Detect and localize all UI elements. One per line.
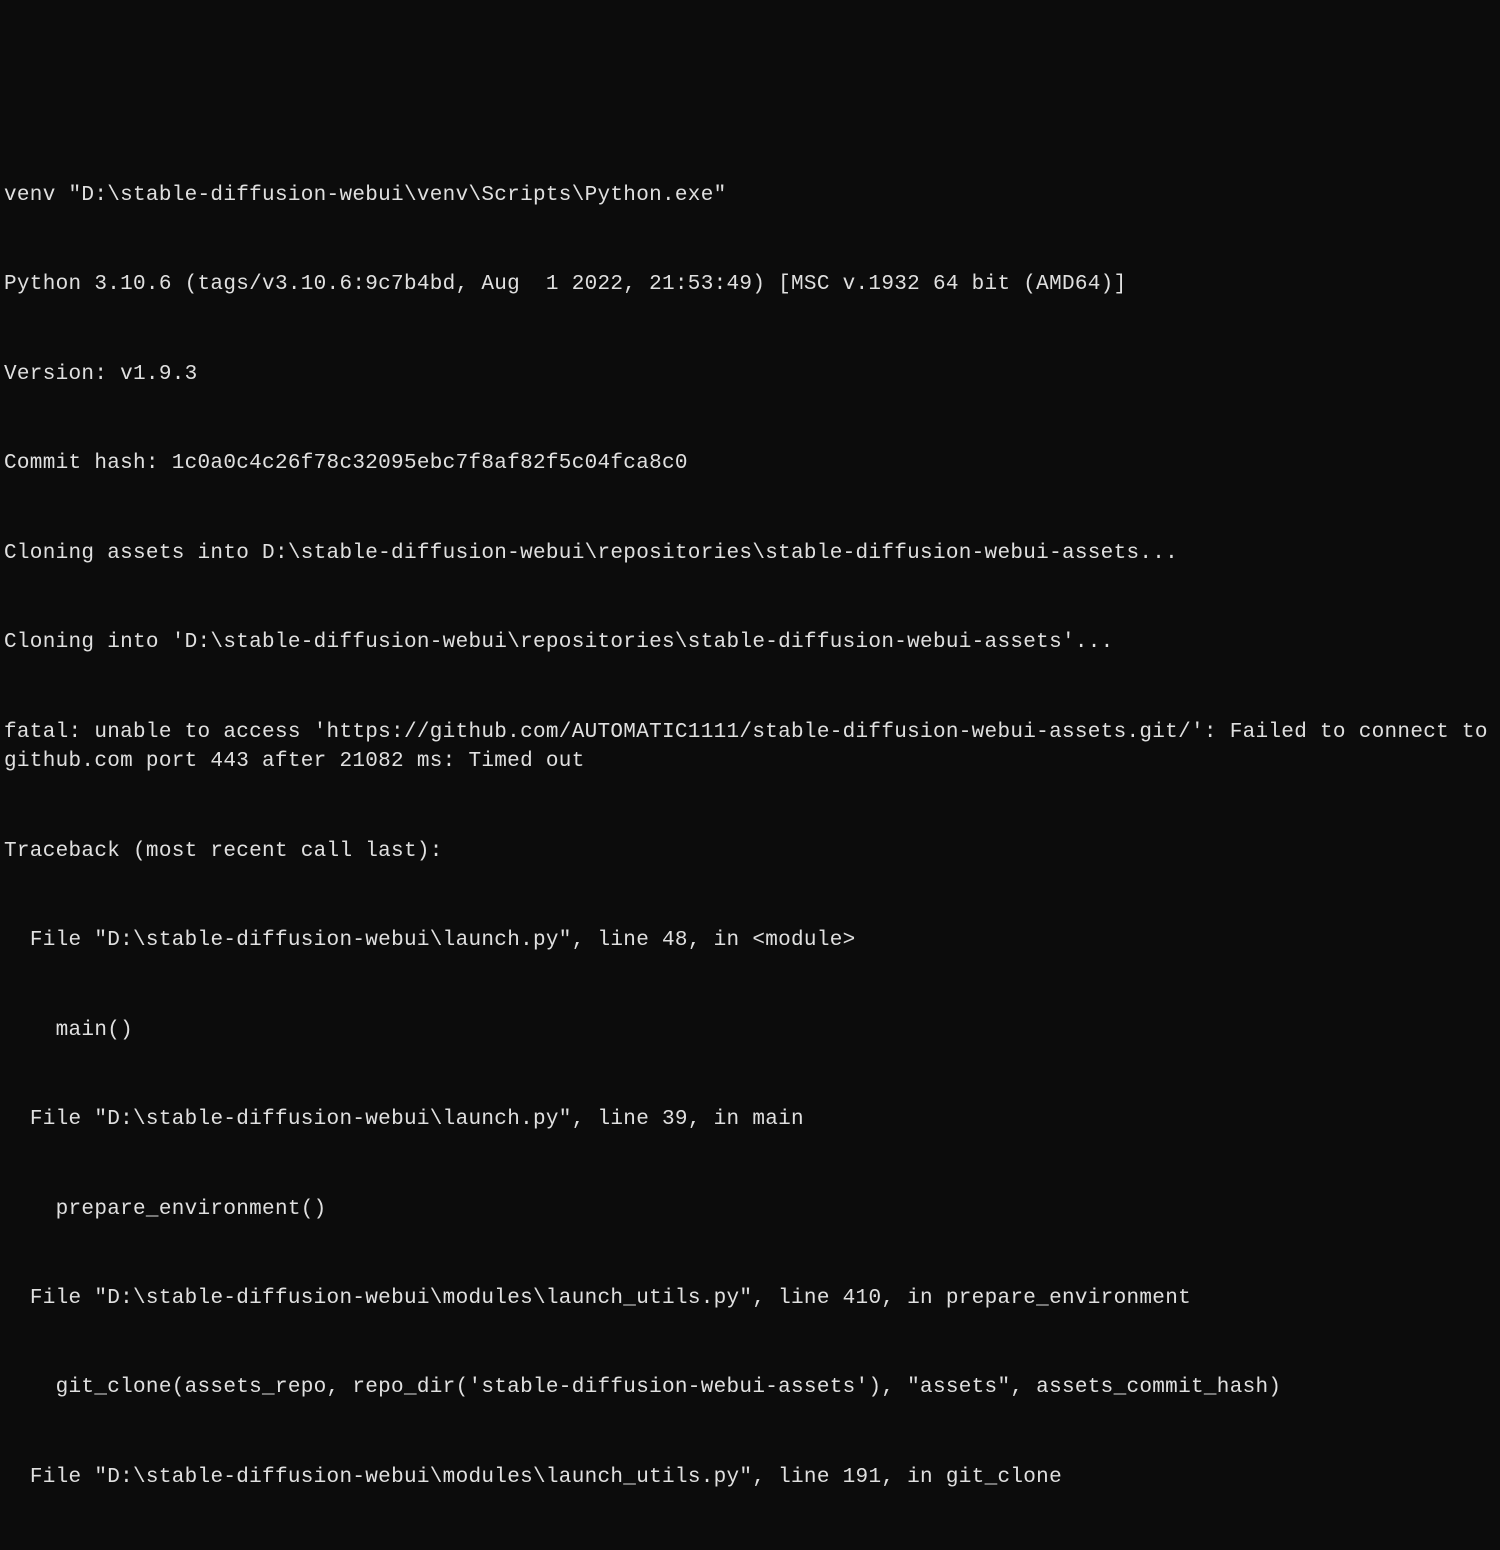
terminal-line: venv "D:\stable-diffusion-webui\venv\Scr… [4, 181, 1496, 211]
terminal-line: Version: v1.9.3 [4, 360, 1496, 390]
terminal-line: Commit hash: 1c0a0c4c26f78c32095ebc7f8af… [4, 449, 1496, 479]
terminal-line: prepare_environment() [4, 1195, 1496, 1225]
terminal-line: main() [4, 1016, 1496, 1046]
terminal-line: Cloning assets into D:\stable-diffusion-… [4, 539, 1496, 569]
terminal-line: Python 3.10.6 (tags/v3.10.6:9c7b4bd, Aug… [4, 270, 1496, 300]
terminal-line: File "D:\stable-diffusion-webui\modules\… [4, 1463, 1496, 1493]
terminal-line: git_clone(assets_repo, repo_dir('stable-… [4, 1373, 1496, 1403]
terminal-line: Cloning into 'D:\stable-diffusion-webui\… [4, 628, 1496, 658]
terminal-line: File "D:\stable-diffusion-webui\launch.p… [4, 926, 1496, 956]
terminal-line: File "D:\stable-diffusion-webui\modules\… [4, 1284, 1496, 1314]
terminal-line: fatal: unable to access 'https://github.… [4, 718, 1496, 778]
terminal-output[interactable]: venv "D:\stable-diffusion-webui\venv\Scr… [0, 119, 1500, 1550]
terminal-line: Traceback (most recent call last): [4, 837, 1496, 867]
terminal-line: File "D:\stable-diffusion-webui\launch.p… [4, 1105, 1496, 1135]
